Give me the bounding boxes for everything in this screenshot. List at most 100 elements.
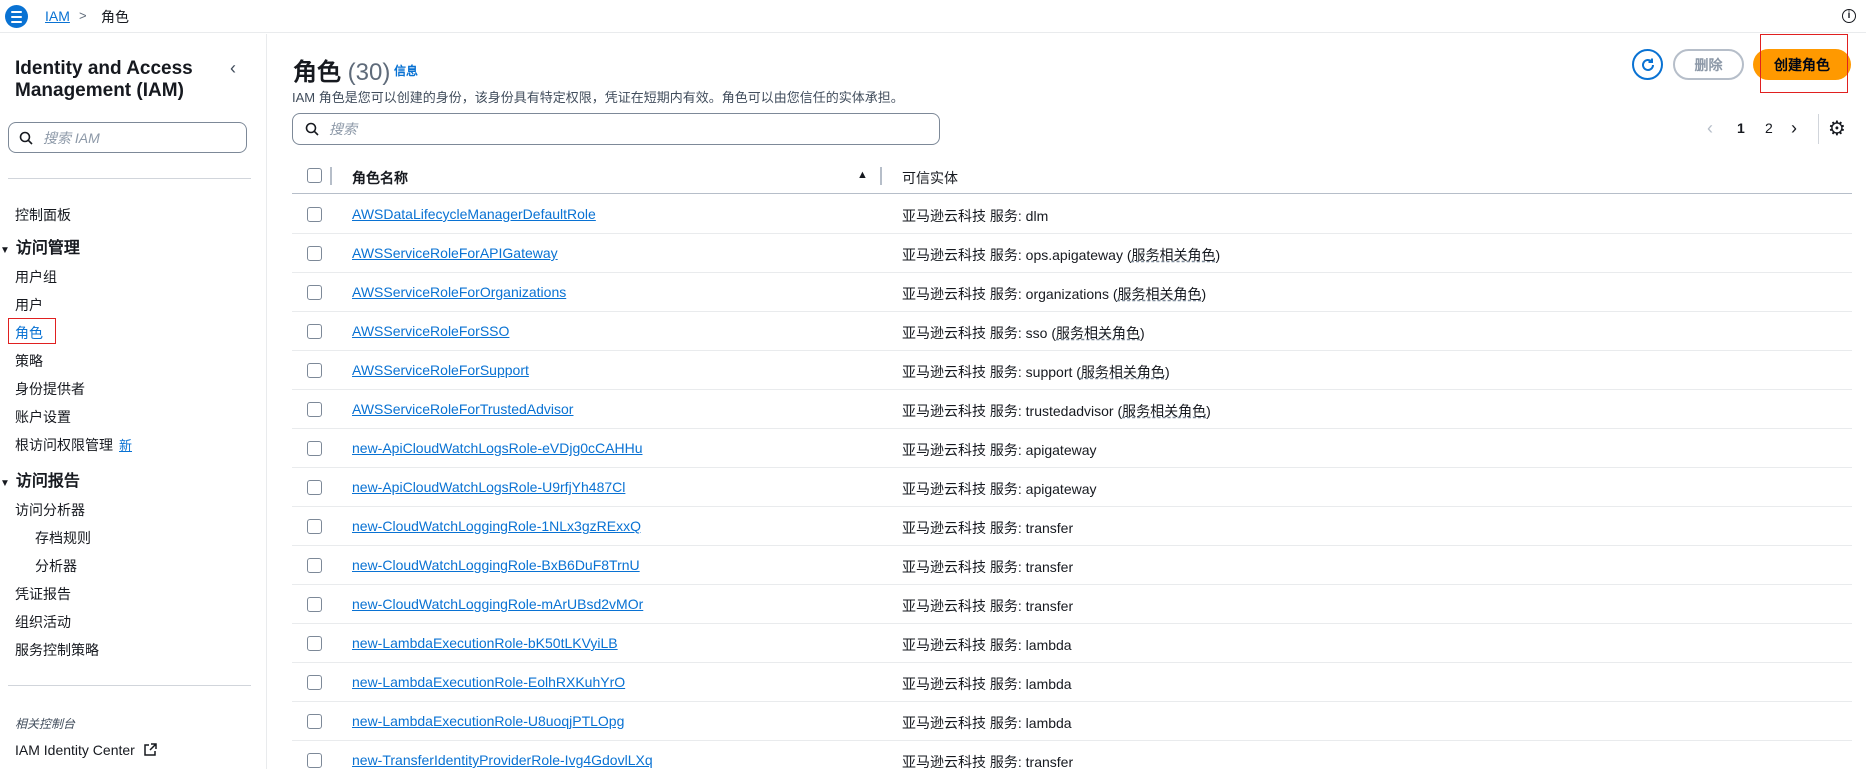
service-linked-role-label[interactable]: 服务相关角色 xyxy=(1122,403,1206,419)
highlight-box-roles xyxy=(8,318,56,344)
roles-search[interactable] xyxy=(292,113,940,145)
menu-icon[interactable] xyxy=(5,5,28,28)
related-consoles-label: 相关控制台 xyxy=(15,717,76,731)
roles-search-input[interactable] xyxy=(329,121,909,137)
sidebar-item-identity-providers[interactable]: 身份提供者 xyxy=(15,379,85,399)
section-access-reports[interactable]: ▼ 访问报告 xyxy=(0,467,80,491)
sidebar-item-scp[interactable]: 服务控制策略 xyxy=(15,640,99,660)
trusted-entity: 亚马逊云科技 服务: ops.apigateway (服务相关角色) xyxy=(902,247,1221,263)
role-name-link[interactable]: new-ApiCloudWatchLogsRole-U9rfjYh487Cl xyxy=(352,479,625,495)
sidebar-item-user-groups[interactable]: 用户组 xyxy=(15,267,57,287)
collapse-sidebar-icon[interactable]: ‹ xyxy=(230,58,236,79)
row-checkbox[interactable] xyxy=(307,285,322,300)
sidebar-item-dashboard[interactable]: 控制面板 xyxy=(15,205,71,225)
select-all-checkbox[interactable] xyxy=(307,168,322,183)
role-name-link[interactable]: AWSServiceRoleForAPIGateway xyxy=(352,245,558,261)
role-name-link[interactable]: AWSServiceRoleForSSO xyxy=(352,323,509,339)
section-label: 访问报告 xyxy=(15,473,80,490)
role-name-link[interactable]: AWSServiceRoleForTrustedAdvisor xyxy=(352,401,573,417)
column-header-trusted-entity[interactable]: 可信实体 xyxy=(902,168,958,188)
sidebar-item-users[interactable]: 用户 xyxy=(15,295,43,315)
info-icon[interactable]: i xyxy=(1842,9,1856,23)
sidebar-item-archive-rules[interactable]: 存档规则 xyxy=(35,528,91,548)
row-checkbox[interactable] xyxy=(307,636,322,651)
sidebar-item-identity-center[interactable]: IAM Identity Center xyxy=(15,742,157,758)
role-name-link[interactable]: new-CloudWatchLoggingRole-1NLx3gzRExxQ xyxy=(352,518,641,534)
trusted-entity: 亚马逊云科技 服务: lambda xyxy=(902,635,1072,655)
service-linked-role-label[interactable]: 服务相关角色 xyxy=(1118,286,1202,302)
chevron-right-icon: > xyxy=(79,8,87,23)
sidebar-search-input[interactable] xyxy=(43,129,223,146)
sidebar-item-root-access[interactable]: 根访问权限管理新 xyxy=(15,435,132,455)
sidebar-item-organization-activity[interactable]: 组织活动 xyxy=(15,612,71,632)
new-badge[interactable]: 新 xyxy=(119,438,132,453)
row-checkbox[interactable] xyxy=(307,441,322,456)
row-checkbox[interactable] xyxy=(307,402,322,417)
previous-page-icon[interactable]: ‹ xyxy=(1707,118,1713,139)
caret-down-icon: ▼ xyxy=(0,478,10,489)
sidebar-item-analyzers[interactable]: 分析器 xyxy=(35,556,77,576)
delete-button[interactable]: 删除 xyxy=(1673,49,1744,80)
row-checkbox[interactable] xyxy=(307,519,322,534)
trusted-entity-text: 亚马逊云科技 服务: lambda xyxy=(902,637,1072,653)
page-2-button[interactable]: 2 xyxy=(1765,120,1773,136)
role-name-link[interactable]: AWSServiceRoleForOrganizations xyxy=(352,284,566,300)
table-row: new-CloudWatchLoggingRole-mArUBsd2vMOr 亚马… xyxy=(292,585,1852,624)
role-name-link[interactable]: new-TransferIdentityProviderRole-Ivg4Gdo… xyxy=(352,752,653,768)
external-link-icon xyxy=(143,743,157,756)
row-checkbox[interactable] xyxy=(307,363,322,378)
page-title-text: 角色 xyxy=(293,59,341,86)
role-name-link[interactable]: new-LambdaExecutionRole-U8uoqjPTLOpg xyxy=(352,713,624,729)
sidebar-item-account-settings[interactable]: 账户设置 xyxy=(15,407,71,427)
row-checkbox[interactable] xyxy=(307,675,322,690)
role-name-link[interactable]: AWSDataLifecycleManagerDefaultRole xyxy=(352,206,596,222)
sidebar-item-credential-report[interactable]: 凭证报告 xyxy=(15,584,71,604)
trusted-entity-text: 亚马逊云科技 服务: lambda xyxy=(902,676,1072,692)
role-name-link[interactable]: new-CloudWatchLoggingRole-BxB6DuF8TrnU xyxy=(352,557,640,573)
sidebar-item-label: 根访问权限管理 xyxy=(15,437,113,453)
gear-icon[interactable]: ⚙ xyxy=(1828,116,1846,141)
service-linked-role-label[interactable]: 服务相关角色 xyxy=(1056,325,1140,341)
trusted-entity: 亚马逊云科技 服务: sso (服务相关角色) xyxy=(902,325,1145,341)
row-checkbox[interactable] xyxy=(307,597,322,612)
table-row: AWSServiceRoleForOrganizations 亚马逊云科技 服务:… xyxy=(292,273,1852,312)
service-linked-role-label[interactable]: 服务相关角色 xyxy=(1132,247,1216,263)
service-linked-role-label[interactable]: 服务相关角色 xyxy=(1081,364,1165,380)
page-description: IAM 角色是您可以创建的身份，该身份具有特定权限，凭证在短期内有效。角色可以由… xyxy=(292,90,904,105)
sidebar-search[interactable] xyxy=(8,122,247,153)
trusted-entity-text: 亚马逊云科技 服务: organizations xyxy=(902,286,1109,302)
trusted-entity-text: 亚马逊云科技 服务: trustedadvisor xyxy=(902,403,1114,419)
table-row: new-LambdaExecutionRole-bK50tLKVyiLB 亚马逊云… xyxy=(292,624,1852,663)
refresh-icon xyxy=(1641,58,1654,71)
row-checkbox[interactable] xyxy=(307,753,322,768)
row-checkbox[interactable] xyxy=(307,207,322,222)
row-checkbox[interactable] xyxy=(307,558,322,573)
role-name-link[interactable]: AWSServiceRoleForSupport xyxy=(352,362,529,378)
trusted-entity: 亚马逊云科技 服务: organizations (服务相关角色) xyxy=(902,286,1207,302)
trusted-entity-text: 亚马逊云科技 服务: transfer xyxy=(902,598,1074,614)
section-access-management[interactable]: ▼ 访问管理 xyxy=(0,234,80,258)
role-name-link[interactable]: new-ApiCloudWatchLogsRole-eVDjg0cCAHHu xyxy=(352,440,643,456)
sidebar-item-label: IAM Identity Center xyxy=(15,742,135,758)
row-checkbox[interactable] xyxy=(307,714,322,729)
column-header-role-name[interactable]: 角色名称 xyxy=(352,168,408,188)
sort-ascending-icon[interactable]: ▲ xyxy=(857,169,868,181)
row-checkbox[interactable] xyxy=(307,480,322,495)
page-1-button[interactable]: 1 xyxy=(1737,120,1745,136)
refresh-button[interactable] xyxy=(1632,49,1663,80)
table-row: new-ApiCloudWatchLogsRole-eVDjg0cCAHHu 亚马… xyxy=(292,429,1852,468)
sidebar-item-policies[interactable]: 策略 xyxy=(15,351,43,371)
sidebar: Identity and Access Management (IAM) ‹ 控… xyxy=(0,34,267,769)
next-page-icon[interactable]: › xyxy=(1791,118,1797,139)
trusted-entity: 亚马逊云科技 服务: lambda xyxy=(902,713,1072,733)
trusted-entity-text: 亚马逊云科技 服务: apigateway xyxy=(902,442,1097,458)
breadcrumb-iam-link[interactable]: IAM xyxy=(45,8,70,24)
role-name-link[interactable]: new-CloudWatchLoggingRole-mArUBsd2vMOr xyxy=(352,596,643,612)
row-checkbox[interactable] xyxy=(307,324,322,339)
info-link[interactable]: 信息 xyxy=(394,62,418,79)
sidebar-item-access-analyzer[interactable]: 访问分析器 xyxy=(15,500,85,520)
role-name-link[interactable]: new-LambdaExecutionRole-EolhRXKuhYrO xyxy=(352,674,625,690)
table-row: AWSServiceRoleForSupport 亚马逊云科技 服务: suppo… xyxy=(292,351,1852,390)
role-name-link[interactable]: new-LambdaExecutionRole-bK50tLKVyiLB xyxy=(352,635,618,651)
row-checkbox[interactable] xyxy=(307,246,322,261)
